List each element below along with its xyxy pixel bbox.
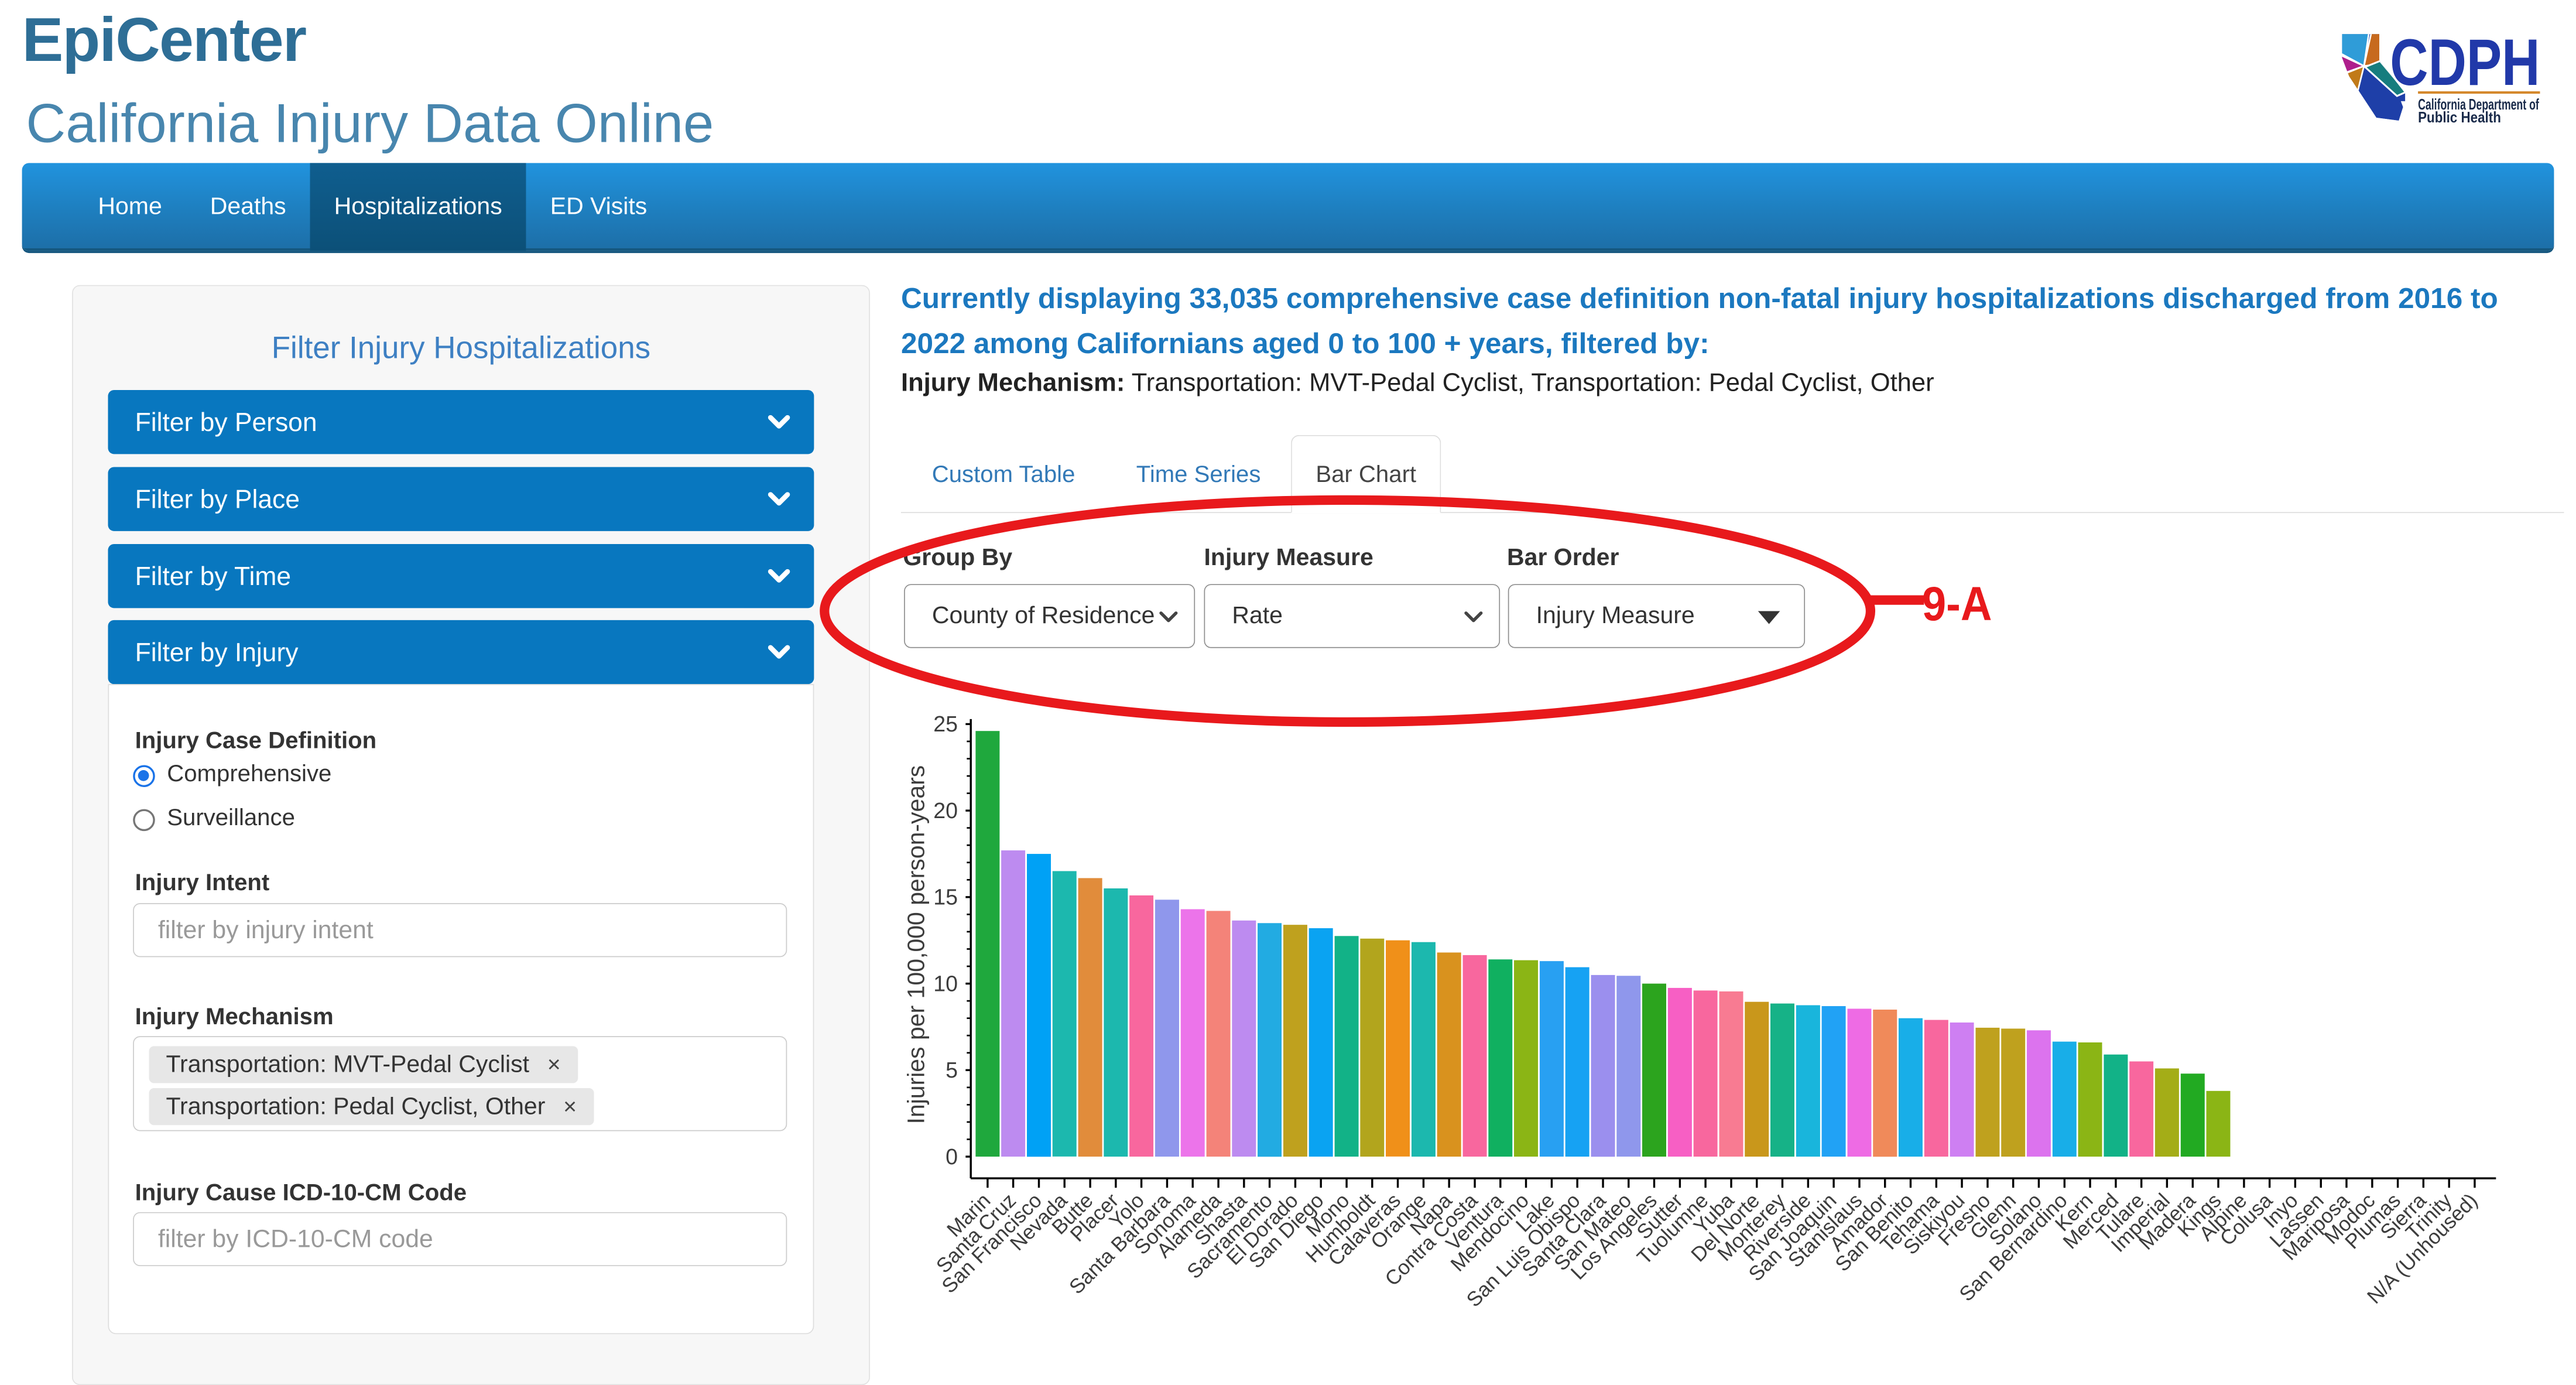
svg-text:20: 20 bbox=[933, 798, 958, 823]
svg-text:Injuries per 100,000 person-ye: Injuries per 100,000 person-years bbox=[902, 765, 929, 1124]
svg-text:9-A: 9-A bbox=[1922, 577, 1992, 631]
svg-text:0: 0 bbox=[946, 1144, 958, 1169]
svg-text:10: 10 bbox=[933, 971, 958, 996]
svg-text:15: 15 bbox=[933, 885, 958, 909]
svg-text:5: 5 bbox=[946, 1058, 958, 1082]
svg-text:CDPH: CDPH bbox=[2390, 30, 2540, 99]
svg-text:Public Health: Public Health bbox=[2418, 110, 2501, 125]
